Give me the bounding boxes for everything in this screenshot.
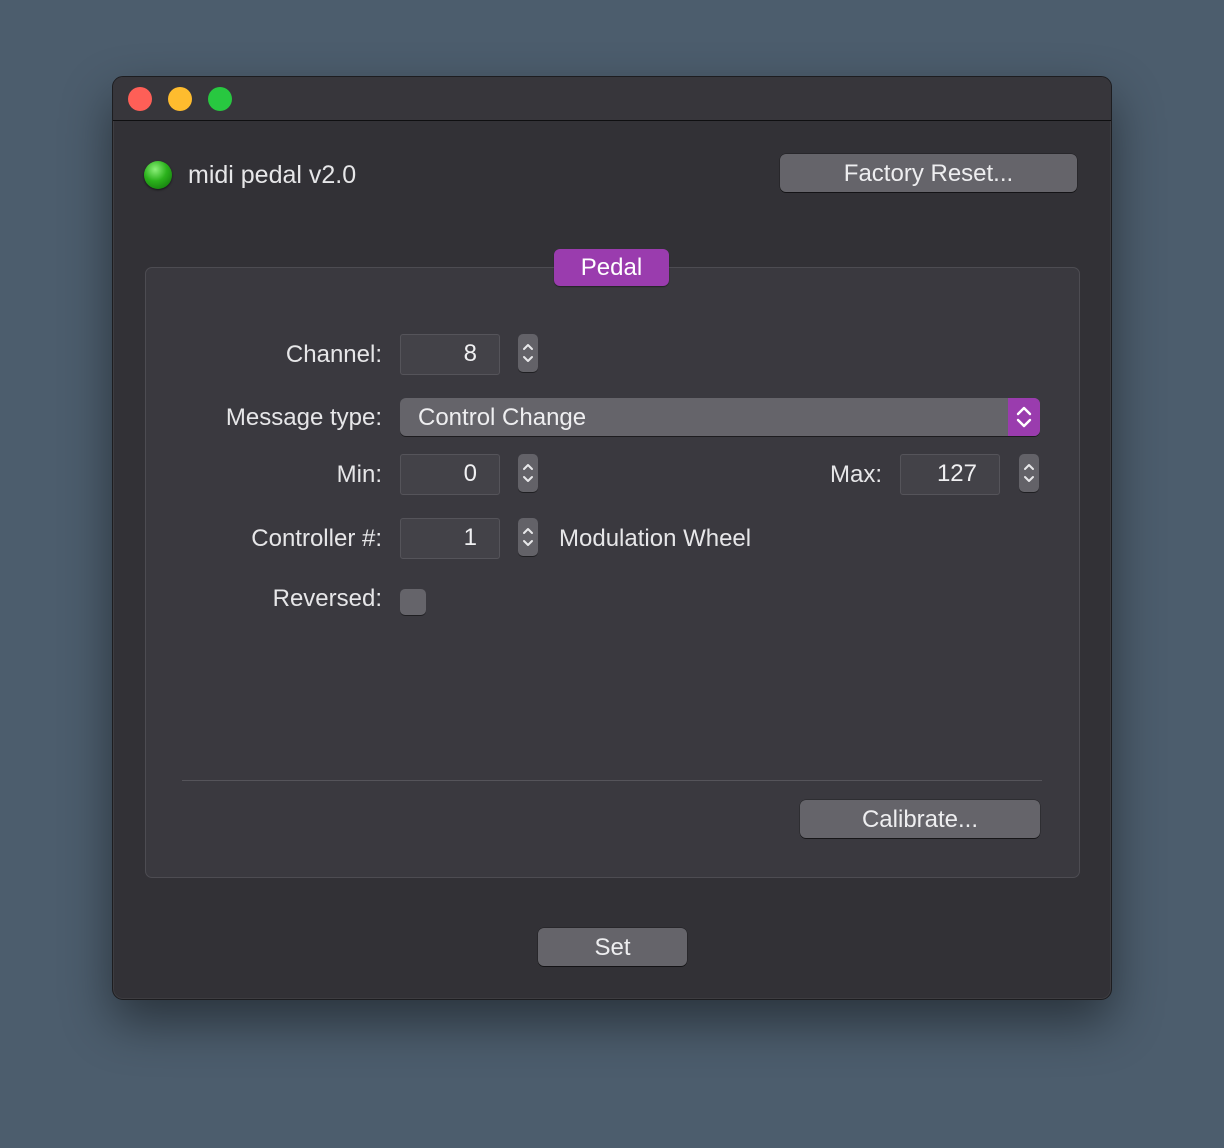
channel-label: Channel: bbox=[285, 341, 382, 368]
max-stepper[interactable] bbox=[1019, 454, 1039, 492]
stepper-arrows-icon bbox=[523, 344, 533, 362]
select-arrows bbox=[1008, 398, 1040, 436]
min-field[interactable]: 0 bbox=[400, 454, 500, 495]
reversed-checkbox[interactable] bbox=[400, 589, 426, 615]
device-title: midi pedal v2.0 bbox=[188, 161, 357, 189]
group-divider bbox=[182, 780, 1042, 781]
chevron-up-down-icon bbox=[1016, 406, 1032, 428]
controller-number-stepper[interactable] bbox=[518, 518, 538, 556]
message-type-select[interactable]: Control Change bbox=[400, 398, 1040, 436]
stepper-arrows-icon bbox=[1024, 464, 1034, 482]
stepper-arrows-icon bbox=[523, 464, 533, 482]
max-label: Max: bbox=[829, 461, 882, 488]
controller-number-field[interactable]: 1 bbox=[400, 518, 500, 559]
controller-number-label: Controller #: bbox=[251, 525, 382, 552]
green-led-icon bbox=[144, 161, 172, 189]
title-bar[interactable] bbox=[113, 77, 1111, 121]
reversed-label: Reversed: bbox=[272, 585, 382, 612]
channel-field[interactable]: 8 bbox=[400, 334, 500, 375]
channel-stepper[interactable] bbox=[518, 334, 538, 372]
set-button[interactable]: Set bbox=[538, 928, 687, 966]
stepper-arrows-icon bbox=[523, 528, 533, 546]
controller-name: Modulation Wheel bbox=[559, 525, 752, 552]
close-window-button[interactable] bbox=[128, 87, 152, 111]
factory-reset-button[interactable]: Factory Reset... bbox=[780, 154, 1077, 192]
message-type-value: Control Change bbox=[418, 404, 587, 431]
max-field[interactable]: 127 bbox=[900, 454, 1000, 495]
message-type-label: Message type: bbox=[225, 404, 382, 431]
tab-pedal[interactable]: Pedal bbox=[554, 249, 669, 286]
min-stepper[interactable] bbox=[518, 454, 538, 492]
minimize-window-button[interactable] bbox=[168, 87, 192, 111]
zoom-window-button[interactable] bbox=[208, 87, 232, 111]
min-label: Min: bbox=[336, 461, 382, 488]
app-window: midi pedal v2.0 Factory Reset... Pedal C… bbox=[112, 76, 1112, 1000]
calibrate-button[interactable]: Calibrate... bbox=[800, 800, 1040, 838]
